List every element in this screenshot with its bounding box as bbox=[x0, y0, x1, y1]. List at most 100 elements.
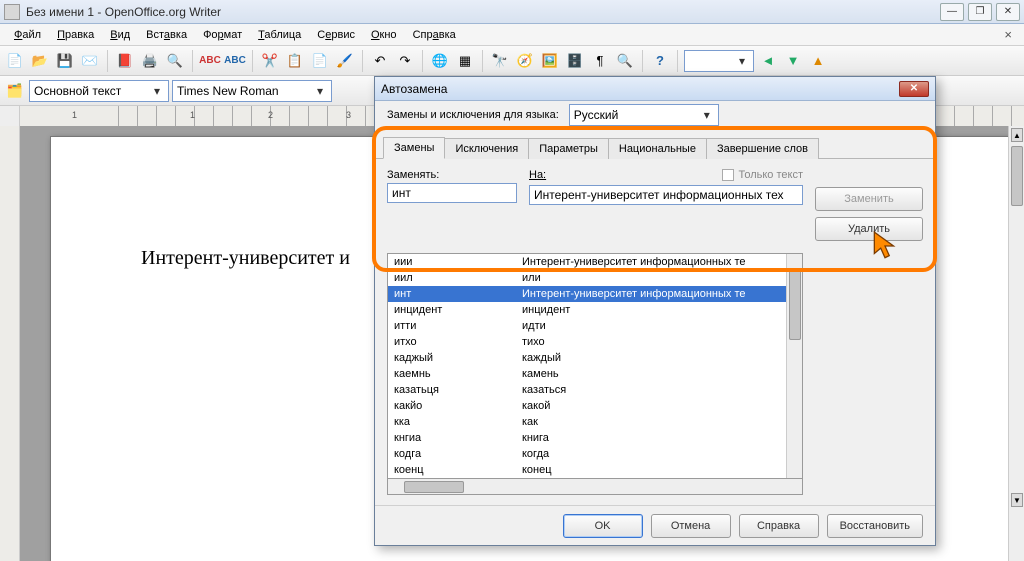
tab-options[interactable]: Параметры bbox=[528, 138, 609, 159]
scroll-thumb[interactable] bbox=[404, 481, 464, 493]
cancel-button[interactable]: Отмена bbox=[651, 514, 731, 538]
email-button[interactable]: ✉️ bbox=[79, 50, 101, 72]
delete-button[interactable]: Удалить bbox=[815, 217, 923, 241]
window-title: Без имени 1 - OpenOffice.org Writer bbox=[26, 5, 221, 19]
data-sources-button[interactable]: 🗄️ bbox=[564, 50, 586, 72]
text-only-checkbox[interactable]: Только текст bbox=[722, 169, 803, 181]
language-combo[interactable]: Русский ▾ bbox=[569, 104, 719, 126]
preview-button[interactable]: 🔍 bbox=[164, 50, 186, 72]
navigator-button[interactable]: 🧭 bbox=[514, 50, 536, 72]
window-minimize-button[interactable]: — bbox=[940, 3, 964, 21]
autospell-button[interactable]: ABC bbox=[224, 50, 246, 72]
window-close-button[interactable]: ✕ bbox=[996, 3, 1020, 21]
new-button[interactable]: 📄 bbox=[4, 50, 26, 72]
dialog-close-button[interactable]: ✕ bbox=[899, 81, 929, 97]
nav-down-button[interactable]: ▼ bbox=[782, 50, 804, 72]
menu-insert[interactable]: Вставка bbox=[138, 27, 195, 43]
scroll-thumb[interactable] bbox=[1011, 146, 1023, 206]
list-cell-replace: каджый bbox=[388, 352, 518, 364]
list-item[interactable]: казатьцяказаться bbox=[388, 382, 786, 398]
scroll-up-button[interactable]: ▲ bbox=[1011, 128, 1023, 142]
document-close-button[interactable]: × bbox=[998, 27, 1018, 42]
list-item[interactable]: кодгакогда bbox=[388, 446, 786, 462]
undo-button[interactable]: ↶ bbox=[369, 50, 391, 72]
list-cell-with: инцидент bbox=[518, 304, 786, 316]
with-input[interactable] bbox=[529, 185, 803, 205]
replacement-list[interactable]: иииИнтерент-университет информационных т… bbox=[387, 253, 803, 479]
dialog-title: Автозамена bbox=[381, 82, 447, 96]
chevron-down-icon: ▾ bbox=[700, 108, 714, 122]
redo-button[interactable]: ↷ bbox=[394, 50, 416, 72]
table-button[interactable]: ▦ bbox=[454, 50, 476, 72]
copy-button[interactable]: 📋 bbox=[284, 50, 306, 72]
list-cell-with: когда bbox=[518, 448, 786, 460]
list-item[interactable]: каджыйкаждый bbox=[388, 350, 786, 366]
nonprinting-button[interactable]: ¶ bbox=[589, 50, 611, 72]
list-scrollbar-vertical[interactable] bbox=[786, 254, 802, 478]
list-cell-replace: кка bbox=[388, 416, 518, 428]
list-item[interactable]: итхотихо bbox=[388, 334, 786, 350]
text-only-label: Только текст bbox=[738, 169, 803, 181]
list-item[interactable]: иииИнтерент-университет информационных т… bbox=[388, 254, 786, 270]
document-text[interactable]: Интерент-университет и bbox=[141, 247, 350, 269]
menu-format[interactable]: Формат bbox=[195, 27, 250, 43]
window-maximize-button[interactable]: ❐ bbox=[968, 3, 992, 21]
tab-exceptions[interactable]: Исключения bbox=[444, 138, 529, 159]
ok-button[interactable]: OK bbox=[563, 514, 643, 538]
list-item[interactable]: иттиидти bbox=[388, 318, 786, 334]
list-item[interactable]: иилили bbox=[388, 270, 786, 286]
help-button[interactable]: Справка bbox=[739, 514, 819, 538]
menu-table[interactable]: Таблица bbox=[250, 27, 309, 43]
list-scrollbar-horizontal[interactable] bbox=[387, 479, 803, 495]
zoom-button[interactable]: 🔍 bbox=[614, 50, 636, 72]
list-item[interactable]: каемнькамень bbox=[388, 366, 786, 382]
scroll-down-button[interactable]: ▼ bbox=[1011, 493, 1023, 507]
paste-button[interactable]: 📄 bbox=[309, 50, 331, 72]
list-cell-with: какой bbox=[518, 400, 786, 412]
nav-prev-button[interactable]: ◄ bbox=[757, 50, 779, 72]
replace-button[interactable]: Заменить bbox=[815, 187, 923, 211]
list-cell-replace: какйо bbox=[388, 400, 518, 412]
nav-up-button[interactable]: ▲ bbox=[807, 50, 829, 72]
save-button[interactable]: 💾 bbox=[54, 50, 76, 72]
menubar: Файл Правка Вид Вставка Формат Таблица С… bbox=[0, 24, 1024, 46]
menu-help[interactable]: Справка bbox=[405, 27, 464, 43]
list-item[interactable]: коенцконец bbox=[388, 462, 786, 478]
zoom-combo[interactable]: ▾ bbox=[684, 50, 754, 72]
styles-button[interactable]: 🗂️ bbox=[4, 80, 26, 102]
list-item[interactable]: инцидентинцидент bbox=[388, 302, 786, 318]
list-item[interactable]: ккакак bbox=[388, 414, 786, 430]
tab-word-completion[interactable]: Завершение слов bbox=[706, 138, 819, 159]
scrollbar-vertical[interactable]: ▲ ▼ bbox=[1008, 126, 1024, 561]
menu-tools[interactable]: Сервис bbox=[309, 27, 363, 43]
paragraph-style-value: Основной текст bbox=[34, 84, 121, 98]
ruler-vertical[interactable] bbox=[0, 126, 20, 561]
menu-file[interactable]: Файл bbox=[6, 27, 49, 43]
scroll-thumb[interactable] bbox=[789, 270, 801, 340]
tab-replace[interactable]: Замены bbox=[383, 137, 445, 159]
spellcheck-button[interactable]: ABC bbox=[199, 50, 221, 72]
list-item[interactable]: какйокакой bbox=[388, 398, 786, 414]
font-name-combo[interactable]: Times New Roman ▾ bbox=[172, 80, 332, 102]
cut-button[interactable]: ✂️ bbox=[259, 50, 281, 72]
replace-input[interactable] bbox=[387, 183, 517, 203]
list-item[interactable]: кнгиакнига bbox=[388, 430, 786, 446]
list-item[interactable]: интИнтерент-университет информационных т… bbox=[388, 286, 786, 302]
print-button[interactable]: 🖨️ bbox=[139, 50, 161, 72]
dialog-titlebar[interactable]: Автозамена ✕ bbox=[375, 77, 935, 101]
gallery-button[interactable]: 🖼️ bbox=[539, 50, 561, 72]
menu-edit[interactable]: Правка bbox=[49, 27, 102, 43]
find-button[interactable]: 🔭 bbox=[489, 50, 511, 72]
paragraph-style-combo[interactable]: Основной текст ▾ bbox=[29, 80, 169, 102]
help-button[interactable]: ? bbox=[649, 50, 671, 72]
autocorrect-dialog: Автозамена ✕ Замены и исключения для язы… bbox=[374, 76, 936, 546]
hyperlink-button[interactable]: 🌐 bbox=[429, 50, 451, 72]
open-button[interactable]: 📂 bbox=[29, 50, 51, 72]
export-pdf-button[interactable]: 📕 bbox=[114, 50, 136, 72]
menu-window[interactable]: Окно bbox=[363, 27, 405, 43]
restore-button[interactable]: Восстановить bbox=[827, 514, 923, 538]
menu-view[interactable]: Вид bbox=[102, 27, 138, 43]
list-cell-with: или bbox=[518, 272, 786, 284]
tab-localized[interactable]: Национальные bbox=[608, 138, 707, 159]
format-paint-button[interactable]: 🖌️ bbox=[334, 50, 356, 72]
